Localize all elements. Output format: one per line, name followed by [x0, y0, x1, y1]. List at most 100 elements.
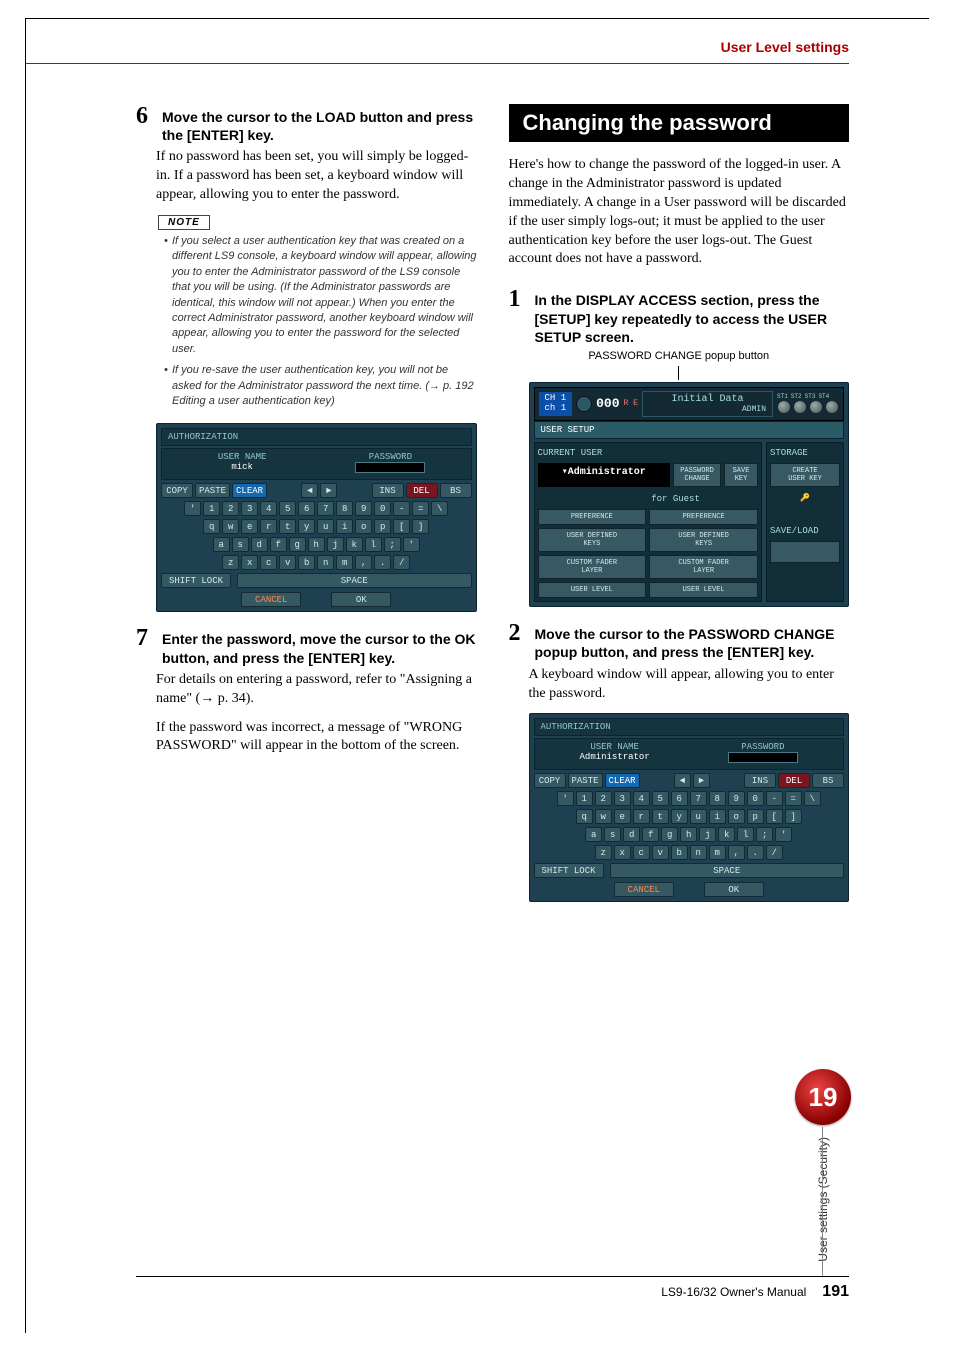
- key-button[interactable]: 2: [222, 501, 239, 516]
- setup-button[interactable]: PREFERENCE: [538, 509, 647, 525]
- key-button[interactable]: q: [203, 519, 220, 534]
- key-button[interactable]: /: [766, 845, 783, 860]
- key-button[interactable]: .: [374, 555, 391, 570]
- key-button[interactable]: n: [317, 555, 334, 570]
- key-button[interactable]: 9: [728, 791, 745, 806]
- clear-button[interactable]: CLEAR: [232, 483, 267, 498]
- key-button[interactable]: ,: [355, 555, 372, 570]
- key-button[interactable]: =: [412, 501, 429, 516]
- key-button[interactable]: i: [709, 809, 726, 824]
- key-button[interactable]: q: [576, 809, 593, 824]
- key-button[interactable]: p: [747, 809, 764, 824]
- key-button[interactable]: y: [298, 519, 315, 534]
- key-button[interactable]: =: [785, 791, 802, 806]
- ok-button[interactable]: OK: [704, 882, 764, 897]
- key-button[interactable]: j: [699, 827, 716, 842]
- key-button[interactable]: 8: [709, 791, 726, 806]
- key-button[interactable]: t: [652, 809, 669, 824]
- key-button[interactable]: h: [308, 537, 325, 552]
- shift-lock-button[interactable]: SHIFT LOCK: [534, 863, 604, 878]
- key-button[interactable]: ;: [756, 827, 773, 842]
- arrow-left-icon[interactable]: ◄: [674, 773, 691, 788]
- bs-button[interactable]: BS: [812, 773, 844, 788]
- key-button[interactable]: p: [374, 519, 391, 534]
- key-button[interactable]: j: [327, 537, 344, 552]
- key-button[interactable]: r: [633, 809, 650, 824]
- setup-button[interactable]: USER LEVEL: [649, 582, 758, 598]
- key-button[interactable]: [: [393, 519, 410, 534]
- key-button[interactable]: ': [557, 791, 574, 806]
- setup-button[interactable]: USER LEVEL: [538, 582, 647, 598]
- key-button[interactable]: k: [718, 827, 735, 842]
- key-button[interactable]: 7: [690, 791, 707, 806]
- cancel-button[interactable]: CANCEL: [614, 882, 674, 897]
- arrow-right-icon[interactable]: ►: [693, 773, 710, 788]
- key-button[interactable]: 2: [595, 791, 612, 806]
- key-button[interactable]: 7: [317, 501, 334, 516]
- bs-button[interactable]: BS: [440, 483, 472, 498]
- key-button[interactable]: b: [298, 555, 315, 570]
- key-button[interactable]: k: [346, 537, 363, 552]
- key-button[interactable]: n: [690, 845, 707, 860]
- key-button[interactable]: t: [279, 519, 296, 534]
- key-button[interactable]: [: [766, 809, 783, 824]
- key-button[interactable]: -: [766, 791, 783, 806]
- key-button[interactable]: b: [671, 845, 688, 860]
- key-button[interactable]: g: [661, 827, 678, 842]
- cancel-button[interactable]: CANCEL: [241, 592, 301, 607]
- key-button[interactable]: i: [336, 519, 353, 534]
- key-button[interactable]: a: [585, 827, 602, 842]
- key-button[interactable]: z: [222, 555, 239, 570]
- key-button[interactable]: \: [431, 501, 448, 516]
- paste-button[interactable]: PASTE: [568, 773, 603, 788]
- admin-display[interactable]: ▾Administrator: [538, 463, 671, 487]
- key-button[interactable]: d: [251, 537, 268, 552]
- setup-button[interactable]: CUSTOM FADER LAYER: [538, 555, 647, 579]
- key-button[interactable]: g: [289, 537, 306, 552]
- key-button[interactable]: c: [633, 845, 650, 860]
- key-button[interactable]: 4: [633, 791, 650, 806]
- copy-button[interactable]: COPY: [161, 483, 193, 498]
- key-button[interactable]: s: [232, 537, 249, 552]
- key-button[interactable]: c: [260, 555, 277, 570]
- key-button[interactable]: \: [804, 791, 821, 806]
- key-button[interactable]: 4: [260, 501, 277, 516]
- key-button[interactable]: ,: [728, 845, 745, 860]
- paste-button[interactable]: PASTE: [195, 483, 230, 498]
- key-button[interactable]: m: [709, 845, 726, 860]
- key-button[interactable]: y: [671, 809, 688, 824]
- key-button[interactable]: ]: [785, 809, 802, 824]
- key-button[interactable]: 0: [374, 501, 391, 516]
- key-button[interactable]: .: [747, 845, 764, 860]
- key-button[interactable]: 0: [747, 791, 764, 806]
- key-button[interactable]: w: [222, 519, 239, 534]
- key-button[interactable]: s: [604, 827, 621, 842]
- key-button[interactable]: 5: [279, 501, 296, 516]
- key-button[interactable]: ;: [384, 537, 401, 552]
- key-button[interactable]: 3: [614, 791, 631, 806]
- key-button[interactable]: r: [260, 519, 277, 534]
- key-button[interactable]: e: [614, 809, 631, 824]
- space-button[interactable]: SPACE: [237, 573, 472, 588]
- key-button[interactable]: e: [241, 519, 258, 534]
- key-button[interactable]: f: [642, 827, 659, 842]
- arrow-left-icon[interactable]: ◄: [301, 483, 318, 498]
- key-button[interactable]: o: [355, 519, 372, 534]
- key-button[interactable]: 6: [671, 791, 688, 806]
- key-button[interactable]: ': [775, 827, 792, 842]
- copy-button[interactable]: COPY: [534, 773, 566, 788]
- key-button[interactable]: ]: [412, 519, 429, 534]
- save-key-button[interactable]: SAVE KEY: [724, 463, 758, 487]
- key-button[interactable]: w: [595, 809, 612, 824]
- del-button[interactable]: DEL: [406, 483, 438, 498]
- key-button[interactable]: u: [317, 519, 334, 534]
- key-button[interactable]: -: [393, 501, 410, 516]
- key-button[interactable]: d: [623, 827, 640, 842]
- space-button[interactable]: SPACE: [610, 863, 845, 878]
- ins-button[interactable]: INS: [372, 483, 404, 498]
- key-button[interactable]: 9: [355, 501, 372, 516]
- key-button[interactable]: 6: [298, 501, 315, 516]
- key-button[interactable]: 8: [336, 501, 353, 516]
- key-button[interactable]: f: [270, 537, 287, 552]
- create-user-key-button[interactable]: CREATE USER KEY: [770, 463, 840, 487]
